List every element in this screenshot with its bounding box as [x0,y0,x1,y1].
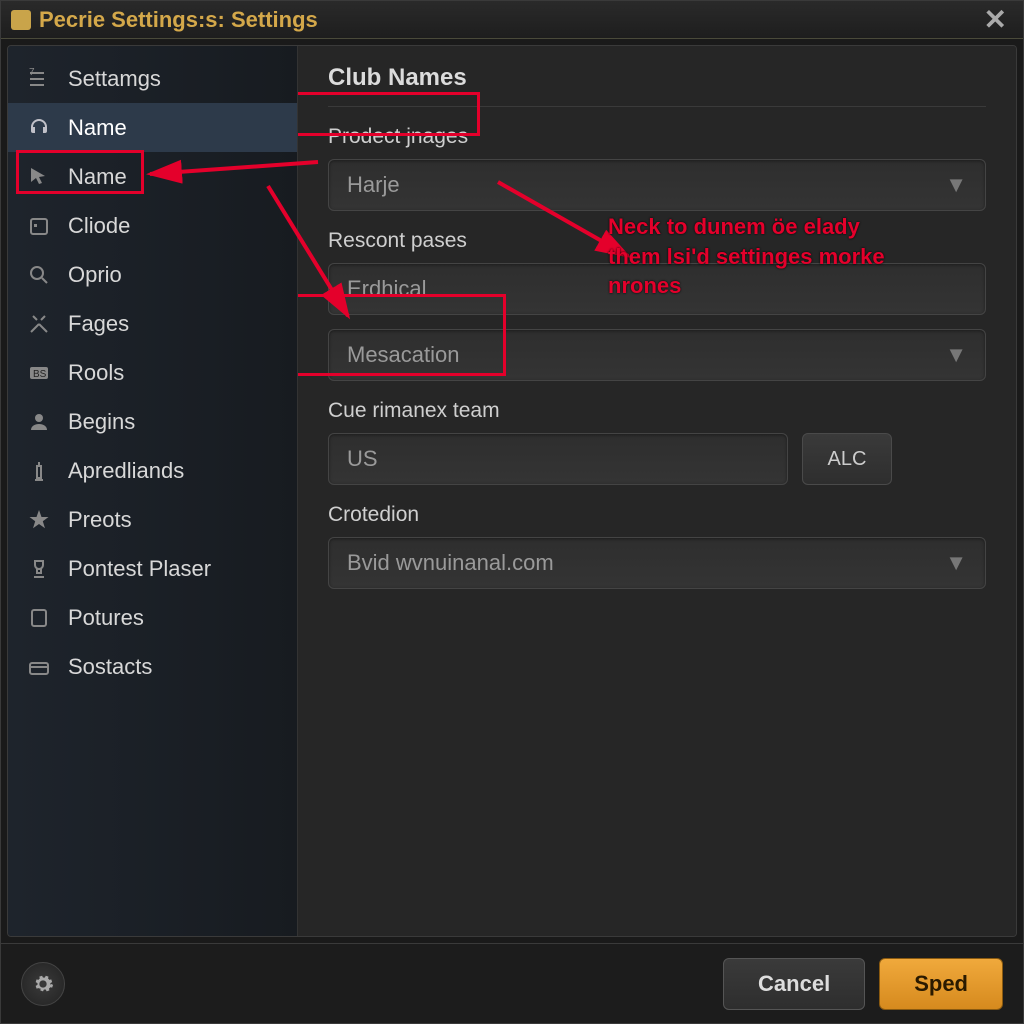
sidebar-item-label: Fages [68,311,129,337]
bs-icon: BS [26,360,52,386]
trophy-icon [26,556,52,582]
input-value: US [347,446,378,472]
field-label-crotedion: Crotedion [328,503,986,527]
sidebar-item-label: Potures [68,605,144,631]
alc-button[interactable]: ALC [802,433,892,485]
titlebar: Pecrie Settings:s: Settings ✕ [1,1,1023,39]
device-icon [26,605,52,631]
select-value: Mesacation [347,342,460,368]
main-panel: Club Names Prodect jnages Harje ▼ Rescon… [298,46,1016,936]
select-value: Bvid wvnuinanal.com [347,550,554,576]
chevron-down-icon: ▼ [945,342,967,368]
sidebar-item-label: Apredliands [68,458,184,484]
team-input[interactable]: US [328,433,788,485]
select-value: Harje [347,172,400,198]
magnify-icon [26,262,52,288]
sidebar-item-label: Oprio [68,262,122,288]
save-button[interactable]: Sped [879,958,1003,1010]
sidebar-item-oprio[interactable]: Oprio [8,250,297,299]
cursor-icon [26,164,52,190]
sidebar-item-label: Sostacts [68,654,152,680]
sidebar-item-sostacts[interactable]: Sostacts [8,642,297,691]
app-icon [11,10,31,30]
sidebar-item-fages[interactable]: Fages [8,299,297,348]
sidebar-item-label: Name [68,115,127,141]
sidebar-item-settamgs[interactable]: 7 Settamgs [8,54,297,103]
sidebar-item-label: Rools [68,360,124,386]
sidebar-item-label: Name [68,164,127,190]
sidebar-item-pontest plaser[interactable]: Pontest Plaser [8,544,297,593]
sidebar-item-name[interactable]: Name [8,152,297,201]
sidebar-item-preots[interactable]: Preots [8,495,297,544]
sidebar: 7 Settamgs Name Name Cliode Oprio Fages BS Rools… [8,46,298,936]
sidebar-item-cliode[interactable]: Cliode [8,201,297,250]
window-body: 7 Settamgs Name Name Cliode Oprio Fages BS Rools… [7,45,1017,937]
star-icon [26,507,52,533]
gear-icon[interactable] [21,962,65,1006]
chevron-down-icon: ▼ [945,550,967,576]
swords-icon [26,311,52,337]
field-label-product-images: Prodect jnages [328,125,986,149]
sidebar-item-rools[interactable]: BS Rools [8,348,297,397]
sliders-icon: 7 [26,66,52,92]
sidebar-item-label: Preots [68,507,132,533]
chevron-down-icon: ▼ [945,172,967,198]
field-label-cue-team: Cue rimanex team [328,399,986,423]
field-label-rescont-pases: Rescont pases [328,229,986,253]
sidebar-item-label: Begins [68,409,135,435]
window-title: Pecrie Settings:s: Settings [39,7,318,33]
calendar-icon [26,213,52,239]
sidebar-item-label: Settamgs [68,66,161,92]
chest-icon [26,654,52,680]
person-icon [26,409,52,435]
product-images-select[interactable]: Harje ▼ [328,159,986,211]
crotedion-select[interactable]: Bvid wvnuinanal.com ▼ [328,537,986,589]
section-heading: Club Names [328,64,986,107]
candle-icon [26,458,52,484]
sidebar-item-apredliands[interactable]: Apredliands [8,446,297,495]
sidebar-item-label: Cliode [68,213,130,239]
sidebar-item-potures[interactable]: Potures [8,593,297,642]
input-value: Erdhical [347,276,426,302]
cancel-button[interactable]: Cancel [723,958,865,1010]
svg-text:7: 7 [29,67,35,78]
sidebar-item-label: Pontest Plaser [68,556,211,582]
rescont-input-1[interactable]: Erdhical [328,263,986,315]
close-icon[interactable]: ✕ [978,3,1013,36]
svg-text:BS: BS [33,369,47,380]
sidebar-item-begins[interactable]: Begins [8,397,297,446]
settings-window: Pecrie Settings:s: Settings ✕ 7 Settamgs N… [0,0,1024,1024]
headset-icon [26,115,52,141]
footer: Cancel Sped [1,943,1023,1023]
sidebar-item-name[interactable]: Name [8,103,297,152]
mesacation-select[interactable]: Mesacation ▼ [328,329,986,381]
